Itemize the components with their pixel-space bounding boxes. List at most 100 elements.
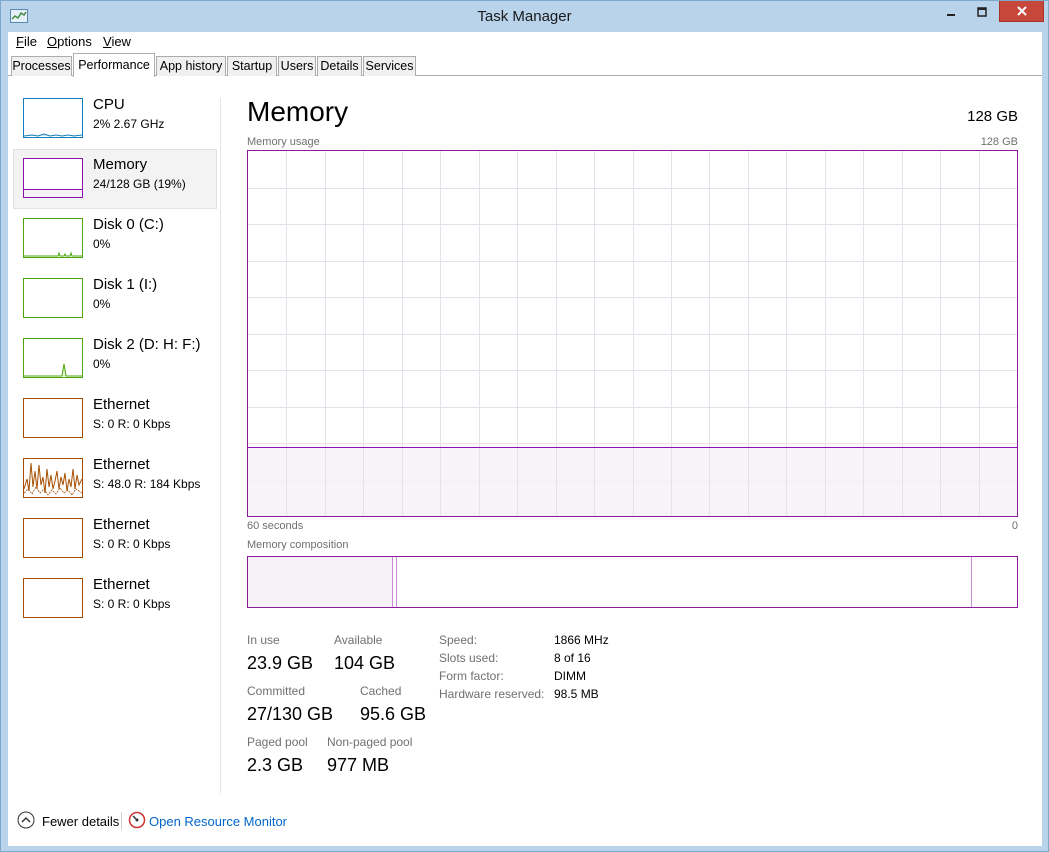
sidebar-item-title: Ethernet [93, 396, 150, 413]
composition-in-use-segment[interactable] [248, 557, 392, 607]
task-manager-window: Task Manager File Options View Processes… [0, 0, 1049, 852]
paged-pool-label: Paged pool [247, 735, 308, 749]
cpu-sparkline [24, 133, 82, 137]
memory-usage-graph-canvas [248, 151, 1017, 516]
footer-bar: Fewer details Open Resource Monitor [8, 798, 1042, 846]
nonpaged-pool-value: 977 MB [327, 755, 390, 775]
sidebar-item-ethernet-1[interactable]: Ethernet S: 0 R: 0 Kbps [13, 389, 217, 449]
speed-value: 1866 MHz [554, 633, 609, 647]
sidebar-item-subtitle: S: 48.0 R: 184 Kbps [93, 477, 201, 491]
sidebar-item-title: Ethernet [93, 456, 150, 473]
resource-sidebar: CPU 2% 2.67 GHz Memory 24/128 GB (19%) D… [8, 76, 220, 796]
ethernet-1-thumbnail-graph [23, 398, 83, 438]
memory-detail-pane: Memory 128 GB Memory usage 128 GB 60 sec… [247, 76, 1018, 796]
sidebar-item-subtitle: S: 0 R: 0 Kbps [93, 537, 171, 551]
sidebar-item-subtitle: 0% [93, 357, 111, 371]
memory-composition-label: Memory composition [247, 539, 349, 551]
footer-divider [121, 812, 122, 830]
memory-composition-bar[interactable] [247, 556, 1018, 608]
sidebar-item-disk-2[interactable]: Disk 2 (D: H: F:) 0% [13, 329, 217, 389]
cached-value: 95.6 GB [360, 704, 427, 724]
slots-used-value: 8 of 16 [554, 651, 591, 665]
maximize-icon [977, 6, 987, 17]
form-factor-label: Form factor: [439, 669, 504, 683]
fewer-details-button[interactable]: Fewer details [42, 814, 119, 829]
chevron-up-icon[interactable] [17, 811, 35, 829]
sidebar-item-ethernet-3[interactable]: Ethernet S: 0 R: 0 Kbps [13, 509, 217, 569]
sidebar-item-subtitle: 0% [93, 297, 111, 311]
sidebar-item-title: Ethernet [93, 516, 150, 533]
sidebar-item-subtitle: 24/128 GB (19%) [93, 177, 186, 191]
sidebar-item-cpu[interactable]: CPU 2% 2.67 GHz [13, 89, 217, 149]
disk-0-thumbnail-graph [23, 218, 83, 258]
menu-view[interactable]: View [103, 34, 131, 49]
in-use-label: In use [247, 633, 280, 647]
ethernet-2-sparkline [24, 462, 82, 496]
hardware-reserved-label: Hardware reserved: [439, 687, 545, 701]
tab-services[interactable]: Services [363, 56, 416, 76]
sidebar-item-disk-0[interactable]: Disk 0 (C:) 0% [13, 209, 217, 269]
in-use-value: 23.9 GB [247, 653, 314, 673]
menu-file[interactable]: File [16, 34, 37, 49]
minimize-icon [947, 13, 955, 16]
ethernet-4-thumbnail-graph [23, 578, 83, 618]
memory-thumbnail-graph [23, 158, 83, 198]
tab-strip: Processes Performance App history Startu… [8, 52, 1042, 77]
sidebar-item-title: Disk 0 (C:) [93, 216, 164, 233]
speed-label: Speed: [439, 633, 478, 647]
composition-standby-segment[interactable] [397, 557, 972, 607]
disk-2-sparkline [24, 363, 82, 377]
sidebar-item-subtitle: 0% [93, 237, 111, 251]
sidebar-item-ethernet-4[interactable]: Ethernet S: 0 R: 0 Kbps [13, 569, 217, 629]
sidebar-item-memory[interactable]: Memory 24/128 GB (19%) [13, 149, 217, 209]
tab-performance[interactable]: Performance [73, 53, 155, 77]
sidebar-item-title: Ethernet [93, 576, 150, 593]
maximize-button[interactable] [968, 1, 996, 22]
disk-1-thumbnail-graph [23, 278, 83, 318]
available-value: 104 GB [334, 653, 396, 673]
tab-details[interactable]: Details [317, 56, 362, 76]
window-title: Task Manager [477, 8, 572, 25]
memory-usage-graph[interactable] [247, 150, 1018, 517]
disk-0-sparkline [24, 251, 82, 257]
cached-label: Cached [360, 684, 402, 698]
cpu-thumbnail-graph [23, 98, 83, 138]
sidebar-item-disk-1[interactable]: Disk 1 (I:) 0% [13, 269, 217, 329]
committed-value: 27/130 GB [247, 704, 334, 724]
tab-startup[interactable]: Startup [227, 56, 277, 76]
minimize-button[interactable] [937, 1, 965, 22]
paged-pool-value: 2.3 GB [247, 755, 304, 775]
ethernet-3-thumbnail-graph [23, 518, 83, 558]
committed-label: Committed [247, 684, 306, 698]
nonpaged-pool-label: Non-paged pool [327, 735, 413, 749]
available-label: Available [334, 633, 383, 647]
open-resource-monitor-link[interactable]: Open Resource Monitor [149, 814, 287, 829]
sidebar-item-title: Disk 2 (D: H: F:) [93, 336, 201, 353]
sidebar-item-subtitle: 2% 2.67 GHz [93, 117, 165, 131]
tab-processes[interactable]: Processes [11, 56, 72, 76]
title-bar[interactable]: Task Manager [1, 1, 1048, 32]
time-axis-end: 0 [1011, 520, 1018, 532]
resource-monitor-icon[interactable] [128, 811, 146, 829]
hardware-reserved-value: 98.5 MB [554, 687, 599, 701]
menu-bar: File Options View [8, 32, 1042, 52]
close-button[interactable] [999, 1, 1044, 22]
sidebar-item-title: Disk 1 (I:) [93, 276, 158, 293]
sidebar-item-subtitle: S: 0 R: 0 Kbps [93, 417, 171, 431]
page-title: Memory [247, 96, 349, 127]
sidebar-item-title: Memory [93, 156, 148, 173]
sidebar-item-subtitle: S: 0 R: 0 Kbps [93, 597, 171, 611]
memory-thumbnail-fill [24, 189, 82, 197]
ethernet-2-thumbnail-graph [23, 458, 83, 498]
menu-options[interactable]: Options [47, 34, 92, 49]
tab-app-history[interactable]: App history [156, 56, 226, 76]
memory-total: 128 GB [967, 108, 1018, 125]
close-icon [1016, 6, 1027, 16]
sidebar-item-ethernet-2[interactable]: Ethernet S: 48.0 R: 184 Kbps [13, 449, 217, 509]
memory-usage-label: Memory usage [247, 136, 320, 148]
sidebar-divider [220, 98, 221, 793]
performance-panel: CPU 2% 2.67 GHz Memory 24/128 GB (19%) D… [8, 76, 1042, 846]
form-factor-value: DIMM [554, 669, 586, 683]
tab-users[interactable]: Users [278, 56, 316, 76]
slots-used-label: Slots used: [439, 651, 499, 665]
